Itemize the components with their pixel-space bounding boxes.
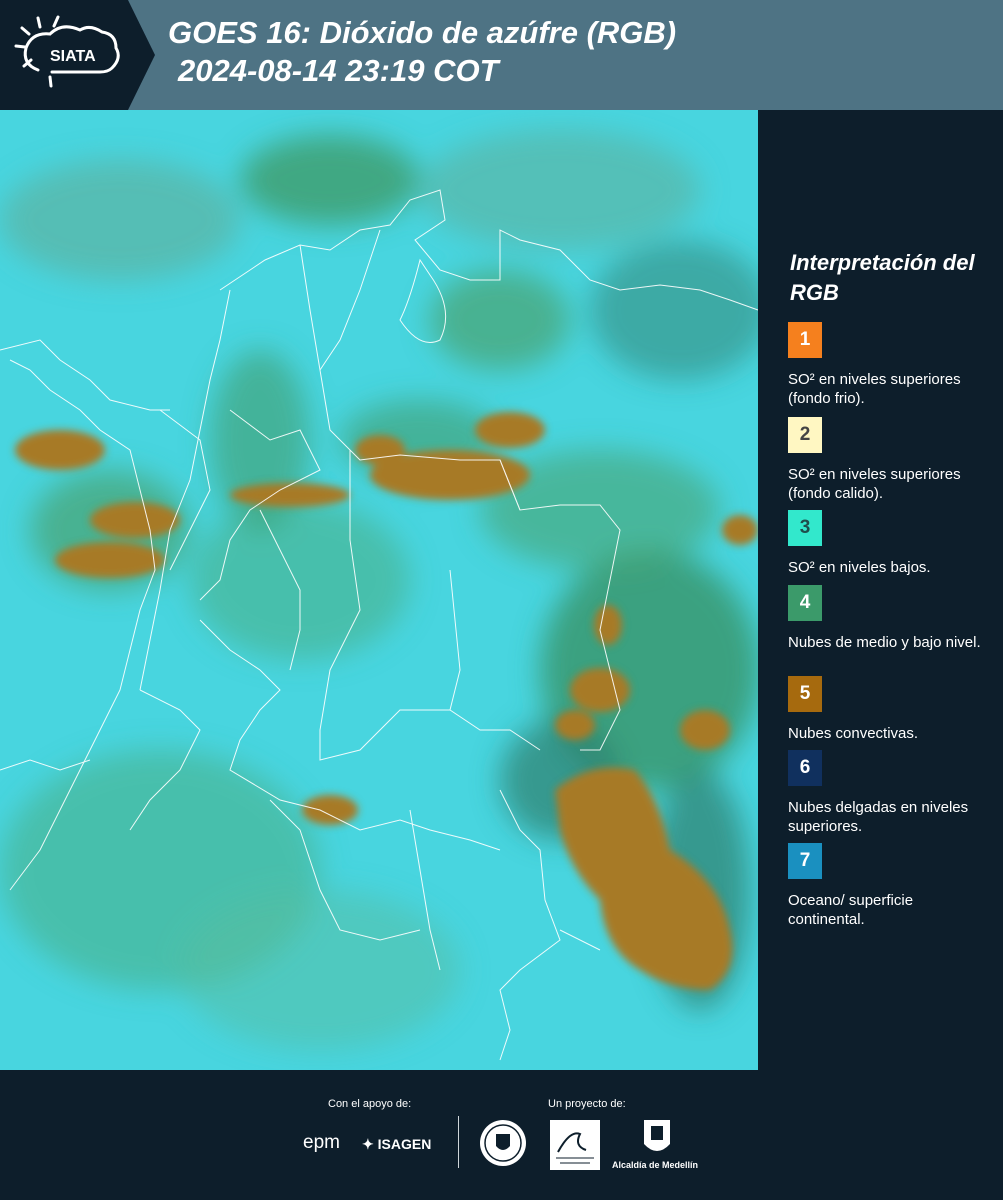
legend-title: Interpretación del RGB: [790, 250, 975, 305]
legend-label: SO² en niveles superiores (fondo frio).: [788, 371, 961, 407]
legend-item-6: 6 Nubes delgadas en niveles superiores.: [788, 750, 988, 836]
legend-label: Nubes convectivas.: [788, 725, 919, 742]
isagen-icon: ✦: [362, 1136, 374, 1152]
footer-divider: [458, 1116, 459, 1168]
project-label: Un proyecto de:: [548, 1098, 626, 1110]
legend-label: SO² en niveles bajos.: [788, 559, 931, 576]
header-bar: SIATA GOES 16: Dióxido de azúfre (RGB) 2…: [0, 0, 1003, 110]
isagen-logo-text: ISAGEN: [377, 1136, 432, 1152]
support-label: Con el apoyo de:: [328, 1098, 412, 1110]
legend-label: Oceano/ superficie continental.: [788, 892, 914, 928]
legend-swatch: 3: [788, 510, 822, 546]
legend-label: SO² en niveles superiores (fondo calido)…: [788, 466, 961, 502]
epm-logo: epm: [303, 1132, 340, 1153]
legend-item-5: 5 Nubes convectivas.: [788, 676, 988, 743]
legend-swatch: 4: [788, 585, 822, 621]
legend-item-4: 4 Nubes de medio y bajo nivel.: [788, 585, 988, 652]
area-metropolitana-logo: [550, 1120, 600, 1170]
medellin-seal-logo: [478, 1118, 528, 1173]
legend-swatch: 1: [788, 322, 822, 358]
satellite-map: [0, 110, 758, 1070]
legend-swatch: 6: [788, 750, 822, 786]
legend-label: Nubes de medio y bajo nivel.: [788, 634, 981, 651]
page-title: GOES 16: Dióxido de azúfre (RGB): [168, 15, 677, 50]
legend-item-1: 1 SO² en niveles superiores (fondo frio)…: [788, 322, 988, 408]
legend-item-7: 7 Oceano/ superficie continental.: [788, 843, 988, 929]
legend-item-3: 3 SO² en niveles bajos.: [788, 510, 988, 577]
legend-swatch: 2: [788, 417, 822, 453]
footer: Con el apoyo de: Un proyecto de: epm ✦ I…: [0, 1070, 1003, 1200]
siata-logo: SIATA: [0, 0, 155, 110]
legend-swatch: 7: [788, 843, 822, 879]
alcaldia-shield-logo: [642, 1118, 672, 1163]
legend-panel: Interpretación del RGB 1 SO² en niveles …: [758, 110, 1003, 1070]
isagen-logo: ✦ ISAGEN: [362, 1136, 431, 1153]
alcaldia-label: Alcaldía de Medellín: [612, 1160, 699, 1170]
legend-swatch: 5: [788, 676, 822, 712]
siata-logo-text: SIATA: [50, 48, 96, 65]
legend-item-2: 2 SO² en niveles superiores (fondo calid…: [788, 417, 988, 503]
legend-label: Nubes delgadas en niveles superiores.: [788, 799, 969, 835]
timestamp: 2024-08-14 23:19 COT: [178, 53, 499, 88]
